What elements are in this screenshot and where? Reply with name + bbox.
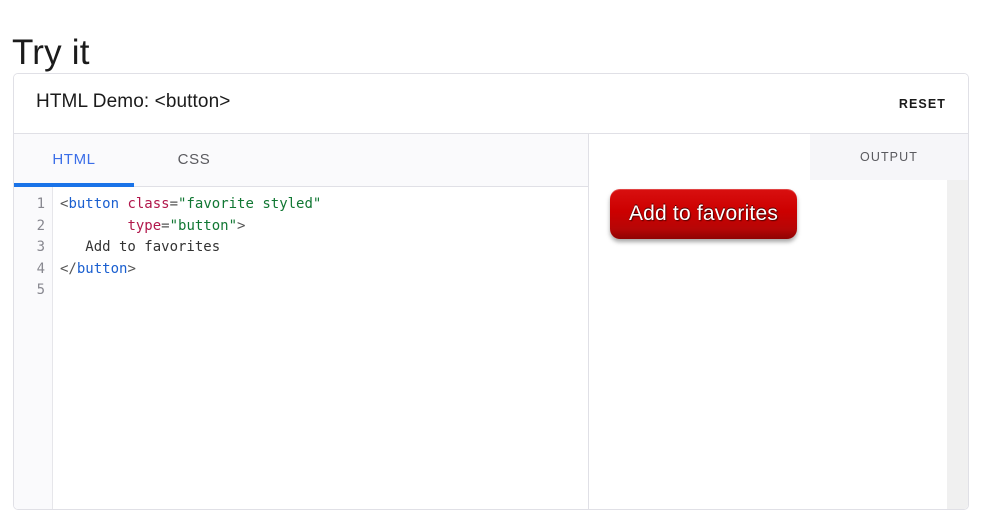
- line-number-gutter: 1 2 3 4 5: [14, 187, 53, 509]
- code-line: Add to favorites: [60, 237, 588, 259]
- demo-card-header: HTML Demo: <button> RESET: [14, 74, 968, 134]
- code-token-attr: type: [127, 217, 162, 234]
- code-token-text: Add to favorites: [60, 239, 221, 255]
- code-line: type="button">: [60, 216, 588, 238]
- demo-title: HTML Demo: <button>: [36, 91, 231, 112]
- add-to-favorites-button[interactable]: Add to favorites: [610, 189, 797, 239]
- code-token-val: "button": [169, 217, 238, 234]
- code-input[interactable]: <button class="favorite styled" type="bu…: [53, 187, 588, 509]
- code-token-tag: button: [76, 260, 128, 277]
- output-pane: OUTPUT Add to favorites: [589, 134, 968, 509]
- line-number: 2: [36, 217, 45, 234]
- page-title: Try it: [12, 33, 90, 73]
- code-line: </button>: [60, 259, 588, 281]
- code-token-val: "favorite styled": [178, 196, 322, 212]
- code-token-punct: >: [237, 217, 246, 234]
- line-number: 5: [36, 282, 45, 298]
- html-demo-card: HTML Demo: <button> RESET HTML CSS 1 2 3 4 5…: [13, 73, 969, 510]
- code-token-attr: class: [127, 196, 170, 212]
- code-token-punct: </: [60, 260, 77, 277]
- editor-tab-bar: HTML CSS: [14, 134, 588, 187]
- code-line: <button class="favorite styled": [60, 194, 588, 216]
- demo-card-body: HTML CSS 1 2 3 4 5 <button class="favorite s…: [14, 134, 968, 509]
- code-area: 1 2 3 4 5 <button class="favorite styled" ty…: [14, 187, 588, 509]
- line-number: 1: [36, 196, 45, 212]
- code-editor-pane: HTML CSS 1 2 3 4 5 <button class="favorite s…: [14, 134, 589, 509]
- tab-output[interactable]: OUTPUT: [810, 134, 968, 180]
- output-tab-bar: OUTPUT: [589, 134, 968, 180]
- tab-css[interactable]: CSS: [134, 134, 254, 186]
- output-scrollbar[interactable]: [947, 180, 968, 509]
- code-token-punct: =: [161, 217, 170, 234]
- reset-button[interactable]: RESET: [895, 95, 950, 113]
- line-number: 3: [36, 239, 45, 255]
- code-token-punct: =: [169, 196, 179, 212]
- output-canvas: Add to favorites: [589, 180, 968, 509]
- code-token-punct: >: [127, 260, 136, 277]
- code-token-tag: button: [68, 196, 120, 212]
- tab-html[interactable]: HTML: [14, 134, 134, 187]
- line-number: 4: [36, 260, 45, 277]
